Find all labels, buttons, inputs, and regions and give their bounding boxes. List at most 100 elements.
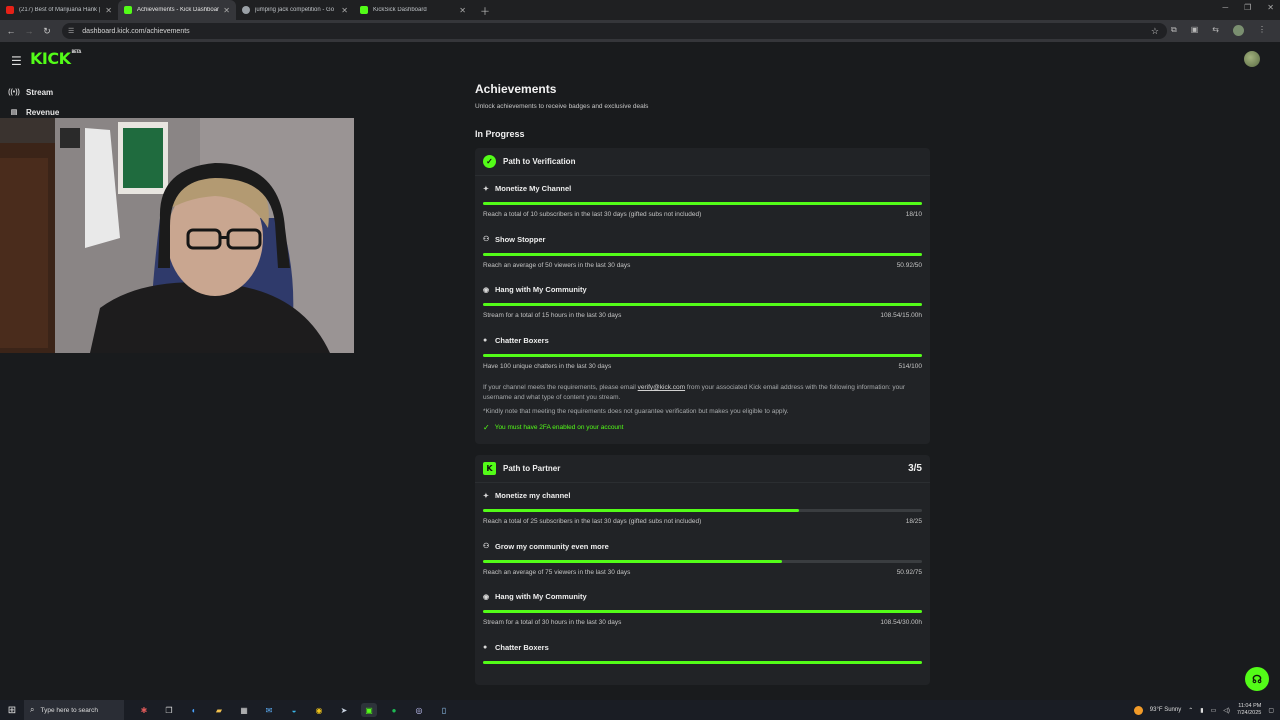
notifications-icon[interactable]: ▢	[1268, 707, 1274, 714]
weather-sun-icon	[1133, 705, 1143, 715]
card-title: Path to Partner	[503, 464, 561, 473]
spotify-icon[interactable]: ●	[386, 703, 402, 717]
close-tab-icon[interactable]: ✕	[459, 6, 466, 15]
bookmark-star-icon[interactable]: ☆	[1151, 26, 1159, 37]
profile-avatar-icon[interactable]	[1233, 25, 1244, 36]
mail-icon[interactable]: ✉	[261, 703, 277, 717]
obs-icon[interactable]: ◎	[411, 703, 427, 717]
progress-fill	[483, 303, 922, 306]
achievement-desc: Stream for a total of 15 hours in the la…	[483, 312, 622, 319]
url-text: dashboard.kick.com/achievements	[82, 27, 190, 35]
menu-dots-icon[interactable]: ⋮	[1258, 25, 1266, 36]
extensions-icon[interactable]: ⧉	[1171, 25, 1177, 36]
sparkle-icon: ✦	[483, 492, 489, 500]
clock[interactable]: 11:04 PM 7/24/2025	[1237, 703, 1261, 717]
window-controls: ─ ❐ ✕	[1222, 3, 1274, 12]
progress-fill	[483, 202, 922, 205]
progress-bar	[483, 610, 922, 613]
sidepanel-icon[interactable]: ▣	[1191, 25, 1199, 36]
store-icon[interactable]: ▦	[236, 703, 252, 717]
achievement-item: ✦ Monetize My Channel Reach a total of 10…	[475, 176, 930, 227]
close-tab-icon[interactable]: ✕	[341, 6, 348, 15]
progress-fill	[483, 610, 922, 613]
logo-text: KICK	[30, 49, 71, 68]
kick-dashboard-page: ☰ KICKBETA ((•)) Stream ▤ Revenue Achiev…	[0, 42, 1280, 700]
network-icon[interactable]: ▭	[1211, 707, 1217, 714]
achievement-desc: Reach an average of 50 viewers in the la…	[483, 261, 631, 269]
browser-tab[interactable]: jumping jack competition - Go ✕	[236, 0, 354, 20]
tray-chevron-icon[interactable]: ⌃	[1188, 707, 1193, 714]
viewers-icon: ⚇	[483, 236, 490, 243]
achievement-title: Chatter Boxers	[495, 335, 549, 345]
user-avatar[interactable]	[1244, 51, 1260, 67]
streaming-app-icon[interactable]: ▣	[361, 703, 377, 717]
achievement-title: Hang with My Community	[495, 285, 587, 294]
verify-email-link[interactable]: verify@kick.com	[638, 384, 685, 391]
close-tab-icon[interactable]: ✕	[105, 6, 112, 15]
restore-icon[interactable]: ❐	[1244, 3, 1251, 12]
reload-icon[interactable]: ↻	[38, 26, 56, 37]
viewers-icon: ⚇	[483, 543, 490, 550]
edge-icon[interactable]: ◒	[286, 703, 302, 717]
copilot-icon[interactable]: ✱	[136, 703, 152, 717]
achievement-value: 50.92/50	[896, 261, 922, 269]
kick-logo[interactable]: KICKBETA	[30, 49, 81, 68]
windows-taskbar: ⊞ ⌕ Type here to search ✱ ❐ ◐ ▰ ▦ ✉ ◒ ◉ …	[0, 700, 1280, 720]
progress-bar	[483, 303, 922, 306]
clock-date: 7/24/2025	[1236, 710, 1262, 716]
close-tab-icon[interactable]: ✕	[223, 6, 230, 15]
weather-text[interactable]: 93°F Sunny	[1150, 707, 1181, 713]
verification-card: ✓ Path to Verification ✦ Monetize My Chan…	[475, 148, 930, 444]
notes-app-icon[interactable]: ▯	[436, 703, 452, 717]
browser-tab[interactable]: (217) Best of Marijuana Hank | ✕	[0, 0, 118, 20]
live-icon: ◉	[483, 593, 490, 601]
search-placeholder: Type here to search	[40, 706, 98, 714]
progress-fill	[483, 252, 922, 256]
achievement-desc: Reach a total of 10 subscribers in the l…	[483, 211, 702, 218]
achievement-title: Show Stopper	[495, 234, 546, 244]
cast-icon[interactable]: ⇆	[1212, 25, 1219, 36]
progress-bar	[483, 660, 922, 664]
achievement-item: ◉ Hang with My Community Stream for a tot…	[475, 277, 930, 328]
hamburger-menu-icon[interactable]: ☰	[11, 54, 22, 68]
volume-icon[interactable]: ◁)	[1223, 707, 1230, 714]
verification-instructions: If your channel meets the requirements, …	[483, 383, 922, 403]
achievement-desc: Reach a total of 25 subscribers in the l…	[483, 518, 702, 525]
chrome-icon[interactable]: ◉	[311, 703, 327, 717]
file-explorer-icon[interactable]: ▰	[211, 703, 227, 717]
section-title-in-progress: In Progress	[475, 129, 525, 139]
taskbar-search[interactable]: ⌕ Type here to search	[24, 700, 124, 720]
new-tab-icon[interactable]: ＋	[480, 3, 490, 18]
taskbar-apps: ✱ ❐ ◐ ▰ ▦ ✉ ◒ ◉ ➤ ▣ ● ◎ ▯	[136, 703, 452, 717]
task-view-icon[interactable]: ❐	[161, 703, 177, 717]
usb-icon[interactable]: ▮	[1200, 707, 1203, 714]
achievement-value: 18/25	[905, 518, 922, 525]
progress-fill	[483, 559, 782, 563]
browser-tab-active[interactable]: Achievements - Kick Dashboard ✕	[118, 0, 236, 20]
clock-time: 11:04 PM	[1238, 703, 1262, 709]
progress-fill	[483, 353, 922, 357]
site-info-icon[interactable]: ☰	[68, 27, 74, 35]
card-header: ✓ Path to Verification	[475, 148, 930, 176]
tab-title: (217) Best of Marijuana Hank |	[19, 7, 101, 13]
page-subtitle: Unlock achievements to receive badges an…	[475, 103, 649, 110]
forward-icon[interactable]: →	[20, 26, 38, 36]
partner-card: K Path to Partner 3/5 ✦ Monetize my chann…	[475, 455, 930, 685]
logo-beta: BETA	[71, 49, 82, 54]
sidebar-item-stream[interactable]: ((•)) Stream	[8, 82, 59, 102]
steam-icon[interactable]: ➤	[336, 703, 352, 717]
achievement-item: ⚇ Grow my community even more Reach an av…	[475, 534, 930, 585]
card-header: K Path to Partner 3/5	[475, 455, 930, 483]
url-field[interactable]: ☰ dashboard.kick.com/achievements ☆	[62, 23, 1167, 39]
windows-start-icon[interactable]: ⊞	[0, 705, 24, 716]
close-window-icon[interactable]: ✕	[1267, 3, 1274, 12]
help-chat-button[interactable]: ☊	[1245, 667, 1269, 691]
edge-copilot-icon[interactable]: ◐	[186, 703, 202, 717]
achievement-value: 514/100	[898, 362, 923, 370]
verification-disclaimer: *Kindly note that meeting the requiremen…	[483, 408, 789, 415]
browser-tab[interactable]: KickSick Dashboard ✕	[354, 0, 472, 20]
back-icon[interactable]: ←	[2, 26, 20, 36]
browser-toolbar-right: ⧉ ▣ ⇆ ⋮	[1171, 25, 1266, 36]
minimize-icon[interactable]: ─	[1222, 3, 1228, 12]
sidebar-item-label: Stream	[26, 87, 54, 97]
